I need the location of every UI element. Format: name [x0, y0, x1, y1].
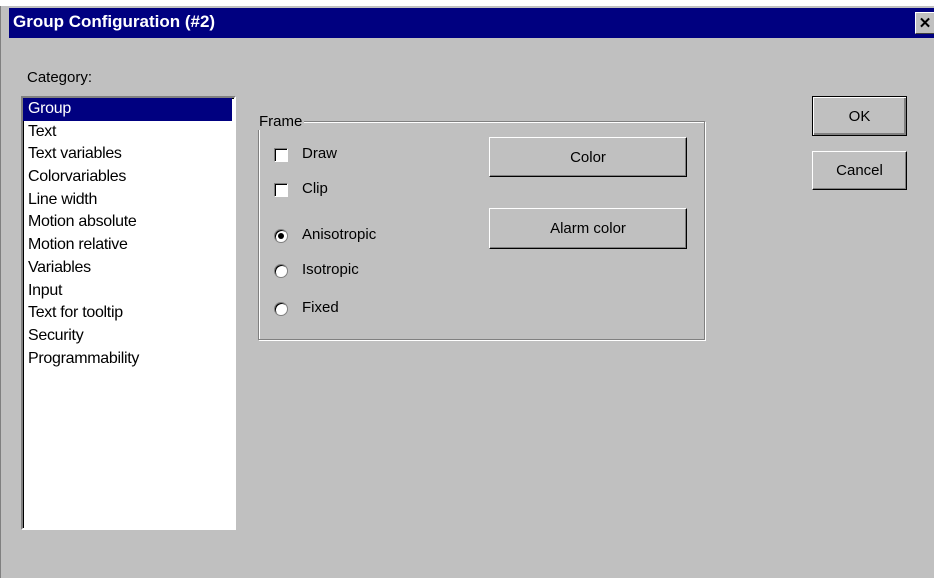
- fixed-label[interactable]: Fixed: [302, 299, 339, 316]
- category-item-colorvariables[interactable]: Colorvariables: [23, 166, 234, 189]
- fixed-radio[interactable]: [274, 302, 288, 316]
- frame-legend: Frame: [256, 113, 305, 130]
- category-item-programmability[interactable]: Programmability: [23, 348, 234, 371]
- close-icon: ✕: [918, 15, 932, 32]
- alarm-color-button[interactable]: Alarm color: [489, 208, 687, 249]
- category-item-motion-absolute[interactable]: Motion absolute: [23, 211, 234, 234]
- draw-label[interactable]: Draw: [302, 145, 337, 162]
- cancel-button[interactable]: Cancel: [812, 151, 907, 190]
- category-list[interactable]: Group Text Text variables Colorvariables Lin…: [21, 96, 236, 530]
- category-item-security[interactable]: Security: [23, 325, 234, 348]
- clip-label[interactable]: Clip: [302, 180, 328, 197]
- category-item-line-width[interactable]: Line width: [23, 189, 234, 212]
- draw-checkbox[interactable]: [274, 148, 288, 162]
- category-item-motion-relative[interactable]: Motion relative: [23, 234, 234, 257]
- category-item-text[interactable]: Text: [23, 121, 234, 144]
- anisotropic-radio[interactable]: [274, 229, 288, 243]
- radio-selected-dot: [278, 233, 284, 239]
- isotropic-label[interactable]: Isotropic: [302, 261, 359, 278]
- isotropic-radio[interactable]: [274, 264, 288, 278]
- category-item-text-for-tooltip[interactable]: Text for tooltip: [23, 302, 234, 325]
- category-label: Category:: [27, 69, 93, 86]
- category-item-text-variables[interactable]: Text variables: [23, 143, 234, 166]
- category-item-variables[interactable]: Variables: [23, 257, 234, 280]
- close-button[interactable]: ✕: [915, 12, 934, 34]
- ok-button[interactable]: OK: [812, 96, 907, 136]
- category-item-input[interactable]: Input: [23, 280, 234, 303]
- title-bar: Group Configuration (#2) ✕: [9, 8, 934, 38]
- category-item-group[interactable]: Group: [23, 98, 232, 121]
- dialog-window: Group Configuration (#2) ✕ Category: Gro…: [0, 6, 934, 578]
- anisotropic-label[interactable]: Anisotropic: [302, 226, 376, 243]
- color-button[interactable]: Color: [489, 137, 687, 177]
- clip-checkbox[interactable]: [274, 183, 288, 197]
- window-title: Group Configuration (#2): [13, 12, 216, 31]
